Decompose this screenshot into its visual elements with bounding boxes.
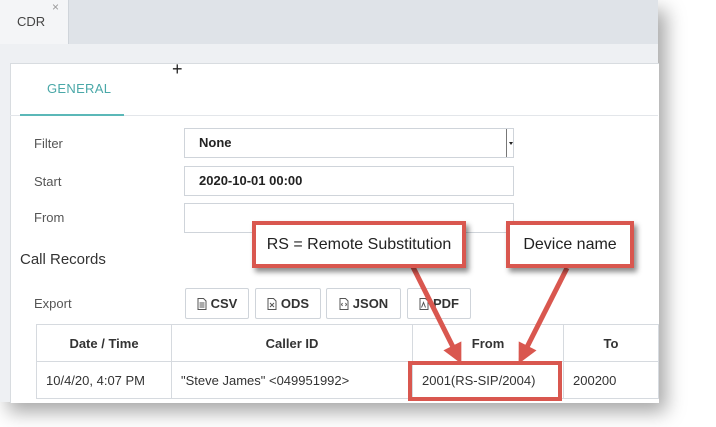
- tab-general[interactable]: GENERAL: [20, 72, 124, 116]
- from-highlight-box: [408, 361, 562, 401]
- rs-annotation-text: RS = Remote Substitution: [266, 235, 452, 253]
- cell-date-time: 10/4/20, 4:07 PM: [36, 361, 172, 399]
- table-row[interactable]: 10/4/20, 4:07 PM "Steve James" <04995199…: [36, 361, 659, 399]
- export-label: Export: [34, 296, 72, 311]
- device-annotation-callout: Device name: [506, 221, 634, 268]
- filter-select[interactable]: None: [184, 128, 514, 158]
- start-field[interactable]: 2020-10-01 00:00: [184, 166, 514, 196]
- column-header-caller-id[interactable]: Caller ID: [171, 324, 413, 362]
- export-csv-button[interactable]: CSV: [185, 288, 249, 319]
- crosshair-cursor-icon: +: [172, 59, 183, 79]
- export-json-button[interactable]: JSON: [326, 288, 401, 319]
- column-header-to[interactable]: To: [563, 324, 659, 362]
- tab-cdr[interactable]: CDR ×: [0, 0, 69, 44]
- export-pdf-button[interactable]: PDF: [407, 288, 471, 319]
- filter-label: Filter: [34, 136, 63, 151]
- export-csv-label: CSV: [210, 296, 238, 311]
- csv-file-icon: [197, 297, 207, 310]
- tab-general-label: GENERAL: [47, 81, 112, 96]
- call-records-table: Date / Time Caller ID From To 10/4/20, 4…: [36, 324, 659, 399]
- cell-caller-id: "Steve James" <049951992>: [171, 361, 413, 399]
- cell-to: 200200: [563, 361, 659, 399]
- column-header-from[interactable]: From: [412, 324, 564, 362]
- tab-cdr-label: CDR: [17, 14, 46, 29]
- export-ods-label: ODS: [280, 296, 310, 311]
- chevron-down-icon: [509, 142, 513, 145]
- close-icon[interactable]: ×: [52, 1, 59, 13]
- call-records-title: Call Records: [20, 251, 106, 268]
- rs-annotation-callout: RS = Remote Substitution: [252, 221, 466, 268]
- table-header-row: Date / Time Caller ID From To: [36, 324, 659, 362]
- column-header-date-time[interactable]: Date / Time: [36, 324, 172, 362]
- export-pdf-label: PDF: [433, 296, 459, 311]
- export-ods-button[interactable]: ODS: [255, 288, 321, 319]
- from-label: From: [34, 210, 65, 225]
- export-json-label: JSON: [352, 296, 389, 311]
- start-label: Start: [34, 174, 62, 189]
- tab-strip: CDR ×: [0, 0, 658, 44]
- device-annotation-text: Device name: [523, 235, 617, 253]
- json-file-icon: [339, 297, 349, 310]
- pdf-file-icon: [419, 297, 429, 310]
- ods-file-icon: [267, 297, 277, 310]
